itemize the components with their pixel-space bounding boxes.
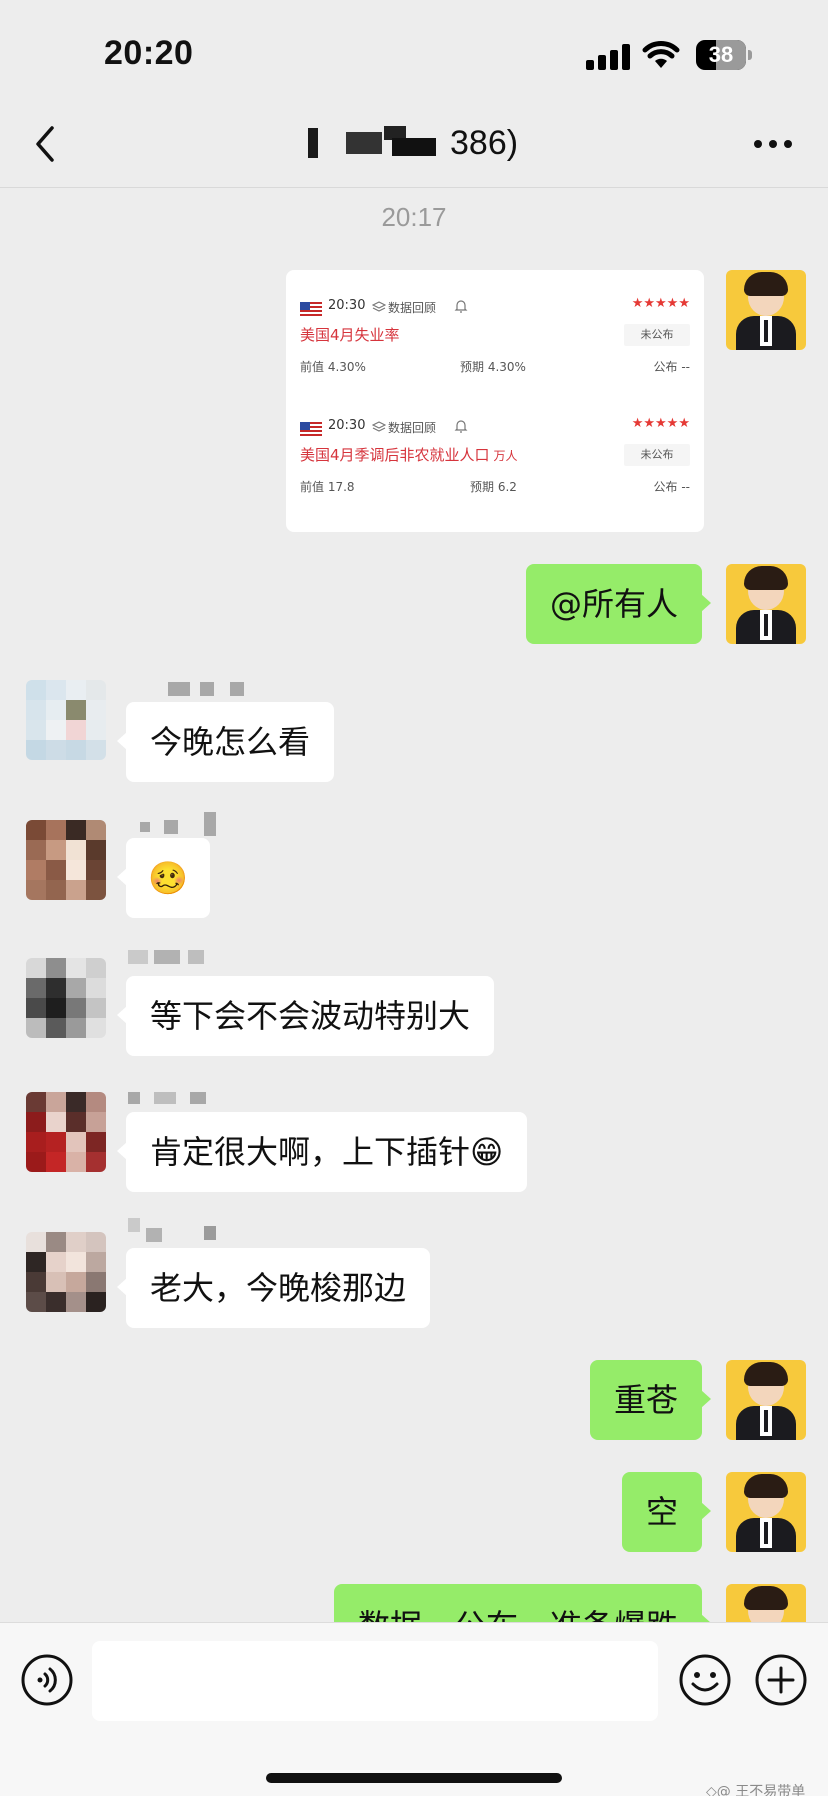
my-avatar[interactable]: [726, 1472, 806, 1552]
my-avatar[interactable]: [726, 1360, 806, 1440]
input-bar: ◇@ 王不易带单: [0, 1622, 828, 1796]
data-item-status: 未公布: [624, 444, 690, 466]
wifi-icon: [642, 41, 680, 68]
my-avatar[interactable]: [726, 564, 806, 644]
message-bubble-other[interactable]: 今晚怎么看: [116, 702, 335, 782]
data-item-title-text: 美国4月季调后非农就业人口: [300, 446, 490, 464]
member-avatar[interactable]: [26, 958, 106, 1038]
message-bubble-other[interactable]: 🥴: [117, 838, 210, 918]
data-item-forecast: 预期 4.30%: [460, 360, 526, 374]
signal-icon: [586, 44, 632, 70]
message-bubble-other[interactable]: 老大，今晚梭那边: [116, 1248, 431, 1328]
data-item-published: 公布 --: [653, 480, 690, 494]
message-bubble-other[interactable]: 等下会不会波动特别大: [116, 976, 495, 1056]
message-timestamp: 20:17: [381, 202, 447, 232]
status-bar: 20:20 38: [0, 0, 828, 100]
layers-icon: [372, 421, 386, 432]
member-avatar[interactable]: [26, 1232, 106, 1312]
data-item-tag: 数据回顾: [388, 301, 437, 315]
message-bubble-self[interactable]: 空: [621, 1472, 712, 1552]
member-avatar[interactable]: [26, 680, 106, 760]
importance-stars: ★★★★★: [631, 296, 690, 311]
economic-data-card[interactable]: 20:30 数据回顾 ★★★★★ 美国4月失业率 未公布 前值 4.30% 预期…: [286, 270, 704, 532]
data-item-forecast: 预期 6.2: [470, 480, 517, 494]
redacted-title-block: [308, 128, 318, 158]
battery-percent: 38: [708, 42, 734, 67]
back-icon[interactable]: [26, 120, 66, 168]
data-item-published: 公布 --: [653, 360, 690, 374]
data-item-previous: 前值 4.30%: [300, 360, 366, 374]
battery-icon: 38: [696, 40, 752, 70]
data-item-title: 美国4月失业率: [300, 324, 404, 345]
nav-bar: 386): [0, 100, 828, 188]
redacted-title-block: [346, 132, 382, 154]
data-item-time: 20:30: [328, 298, 366, 313]
status-time: 20:20: [104, 34, 194, 72]
member-avatar[interactable]: [26, 1092, 106, 1172]
data-item-title-text: 美国4月失业率: [300, 326, 400, 344]
message-input[interactable]: [92, 1641, 658, 1721]
emoji-icon[interactable]: [678, 1653, 732, 1707]
importance-stars: ★★★★★: [631, 416, 690, 431]
watermark: ◇@ 王不易带单: [706, 1784, 806, 1796]
data-item-status: 未公布: [624, 324, 690, 346]
data-item: 20:30 数据回顾 ★★★★★ 美国4月季调后非农就业人口 万人 未公布 前值 …: [286, 390, 704, 510]
us-flag-icon: [300, 302, 322, 316]
data-item-tag: 数据回顾: [388, 421, 437, 435]
chat-title-text: 386): [450, 124, 519, 162]
message-bubble-self[interactable]: 重苍: [589, 1360, 712, 1440]
message-bubble-other[interactable]: 肯定很大啊，上下插针😁: [116, 1112, 528, 1192]
redacted-title-block: [392, 138, 436, 156]
bell-icon: [454, 420, 468, 433]
data-item: 20:30 数据回顾 ★★★★★ 美国4月失业率 未公布 前值 4.30% 预期…: [286, 270, 704, 390]
plus-icon[interactable]: [754, 1653, 808, 1707]
message-bubble-self[interactable]: @所有人: [525, 564, 712, 644]
home-indicator: [266, 1773, 562, 1783]
data-item-previous: 前值 17.8: [300, 480, 355, 494]
data-item-title: 美国4月季调后非农就业人口 万人: [300, 444, 518, 465]
data-item-time: 20:30: [328, 418, 366, 433]
more-icon[interactable]: [752, 140, 794, 150]
my-avatar[interactable]: [726, 270, 806, 350]
bell-icon: [454, 300, 468, 313]
layers-icon: [372, 301, 386, 312]
voice-icon[interactable]: [20, 1653, 74, 1707]
data-item-unit: 万人: [493, 449, 518, 463]
member-avatar[interactable]: [26, 820, 106, 900]
us-flag-icon: [300, 422, 322, 436]
